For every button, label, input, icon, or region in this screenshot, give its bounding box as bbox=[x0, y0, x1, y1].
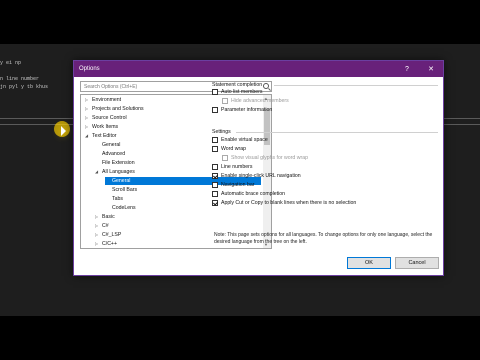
collapsed-arrow-icon[interactable]: ▷ bbox=[95, 240, 102, 248]
checkbox[interactable] bbox=[212, 173, 218, 179]
tree-item-label: Work Items bbox=[92, 124, 119, 130]
dialog-titlebar: Options ? ✕ bbox=[74, 61, 443, 77]
collapsed-arrow-icon[interactable]: ▷ bbox=[95, 222, 102, 230]
option-checkbox-row[interactable]: Automatic brace completion bbox=[212, 191, 285, 197]
tree-item-label: C#_LSP bbox=[102, 232, 122, 238]
checkbox bbox=[222, 98, 228, 104]
tree-item[interactable]: ▷ Source Control bbox=[85, 114, 127, 122]
option-label: Parameter information bbox=[221, 107, 273, 113]
option-label: Line numbers bbox=[221, 164, 253, 170]
tree-scrollbar[interactable]: ▲ ▼ bbox=[263, 95, 271, 248]
tree-item[interactable]: ◢ All Languages bbox=[95, 168, 135, 176]
tree-item[interactable]: General bbox=[95, 141, 120, 149]
option-checkbox-row[interactable]: Auto list members bbox=[212, 89, 263, 95]
mouse-cursor-icon bbox=[61, 126, 66, 136]
option-checkbox-row: Show visual glyphs for word wrap bbox=[222, 155, 308, 161]
tree-item[interactable]: ▷ C#_LSP bbox=[95, 231, 121, 239]
option-label: Auto list members bbox=[221, 89, 263, 95]
statement-completion-heading: Statement completion bbox=[212, 82, 263, 88]
checkbox[interactable] bbox=[212, 182, 218, 188]
tree-item-label: Text Editor bbox=[92, 133, 117, 139]
tree-item[interactable]: ◢ Text Editor bbox=[85, 132, 117, 140]
tree-item[interactable]: File Extension bbox=[95, 159, 135, 167]
tree-item[interactable]: ▷ Environment bbox=[85, 96, 121, 104]
tree-item-label: General bbox=[102, 142, 121, 148]
close-icon[interactable]: ✕ bbox=[423, 61, 439, 77]
cancel-button[interactable]: Cancel bbox=[395, 257, 439, 269]
collapsed-arrow-icon[interactable]: ▷ bbox=[95, 231, 102, 239]
help-icon[interactable]: ? bbox=[399, 61, 415, 77]
collapsed-arrow-icon[interactable]: ▷ bbox=[85, 123, 92, 131]
option-label: Show visual glyphs for word wrap bbox=[231, 155, 308, 161]
tree-item-label: File Extension bbox=[102, 160, 135, 166]
tree-item[interactable]: ▷ C/C++ bbox=[95, 240, 117, 248]
option-checkbox-row[interactable]: Enable single-click URL navigation bbox=[212, 173, 301, 179]
tree-item-label: Environment bbox=[92, 97, 122, 103]
tree-item[interactable]: ▷ Projects and Solutions bbox=[85, 105, 144, 113]
tree-item[interactable]: CodeLens bbox=[105, 204, 136, 212]
expanded-arrow-icon[interactable]: ◢ bbox=[85, 132, 92, 140]
dialog-title: Options bbox=[79, 66, 100, 72]
tree-item-label: Projects and Solutions bbox=[92, 106, 144, 112]
options-dialog: Options ? ✕ Search Options (Ctrl+E) ▲ ▼ … bbox=[73, 60, 444, 276]
option-label: Enable single-click URL navigation bbox=[221, 173, 301, 179]
option-checkbox-row: Hide advanced members bbox=[222, 98, 289, 104]
collapsed-arrow-icon[interactable]: ▷ bbox=[85, 114, 92, 122]
ok-button[interactable]: OK bbox=[347, 257, 391, 269]
option-checkbox-row[interactable]: Parameter information bbox=[212, 107, 272, 113]
checkbox[interactable] bbox=[212, 137, 218, 143]
section-divider bbox=[236, 132, 438, 133]
checkbox[interactable] bbox=[212, 200, 218, 206]
expanded-arrow-icon[interactable]: ◢ bbox=[95, 168, 102, 176]
code-line: y ei np bbox=[0, 60, 22, 66]
option-checkbox-row[interactable]: Apply Cut or Copy to blank lines when th… bbox=[212, 200, 356, 206]
search-placeholder: Search Options (Ctrl+E) bbox=[84, 84, 138, 90]
tree-item-label: CodeLens bbox=[112, 205, 136, 211]
checkbox bbox=[222, 155, 228, 161]
tree-item-label: Basic bbox=[102, 214, 115, 220]
checkbox[interactable] bbox=[212, 89, 218, 95]
option-checkbox-row[interactable]: Word wrap bbox=[212, 146, 246, 152]
tree-item-label: Scroll Bars bbox=[112, 187, 138, 193]
option-label: Enable virtual space bbox=[221, 137, 268, 143]
tree-item-label: C/C++ bbox=[102, 241, 117, 247]
checkbox[interactable] bbox=[212, 164, 218, 170]
tree-item-label: General bbox=[112, 178, 131, 184]
info-note: Note: This page sets options for all lan… bbox=[214, 232, 433, 245]
tree-item[interactable]: Tabs bbox=[105, 195, 123, 203]
code-line: n line number bbox=[0, 76, 40, 82]
tree-item[interactable]: ▷ C# bbox=[95, 222, 109, 230]
option-checkbox-row[interactable]: Line numbers bbox=[212, 164, 252, 170]
options-tree[interactable]: ▲ ▼ ▷ Environment ▷ Projects and Solutions ▷… bbox=[80, 94, 272, 249]
option-label: Automatic brace completion bbox=[221, 191, 286, 197]
option-label: Word wrap bbox=[221, 146, 246, 152]
collapsed-arrow-icon[interactable]: ▷ bbox=[85, 96, 92, 104]
collapsed-arrow-icon[interactable]: ▷ bbox=[95, 213, 102, 221]
search-icon[interactable] bbox=[263, 83, 269, 89]
option-label: Navigation bar bbox=[221, 182, 255, 188]
checkbox[interactable] bbox=[212, 191, 218, 197]
tree-item[interactable]: ▷ Basic bbox=[95, 213, 115, 221]
tree-item-label: Tabs bbox=[112, 196, 123, 202]
option-checkbox-row[interactable]: Navigation bar bbox=[212, 182, 254, 188]
tree-item-label: C# bbox=[102, 223, 109, 229]
tree-item-label: Source Control bbox=[92, 115, 127, 121]
tree-item[interactable]: ▷ Work Items bbox=[85, 123, 118, 131]
tree-item-label: All Languages bbox=[102, 169, 135, 175]
option-label: Hide advanced members bbox=[231, 98, 289, 104]
code-line: jn pyl y tb khus bbox=[0, 84, 49, 90]
collapsed-arrow-icon[interactable]: ▷ bbox=[85, 105, 92, 113]
option-label: Apply Cut or Copy to blank lines when th… bbox=[221, 200, 357, 206]
section-divider bbox=[274, 85, 438, 86]
tree-item[interactable]: Scroll Bars bbox=[105, 186, 137, 194]
option-checkbox-row[interactable]: Enable virtual space bbox=[212, 137, 268, 143]
tree-item-label: Advanced bbox=[102, 151, 126, 157]
settings-heading: Settings bbox=[212, 129, 231, 135]
tree-item[interactable]: Advanced bbox=[95, 150, 125, 158]
checkbox[interactable] bbox=[212, 146, 218, 152]
checkbox[interactable] bbox=[212, 107, 218, 113]
